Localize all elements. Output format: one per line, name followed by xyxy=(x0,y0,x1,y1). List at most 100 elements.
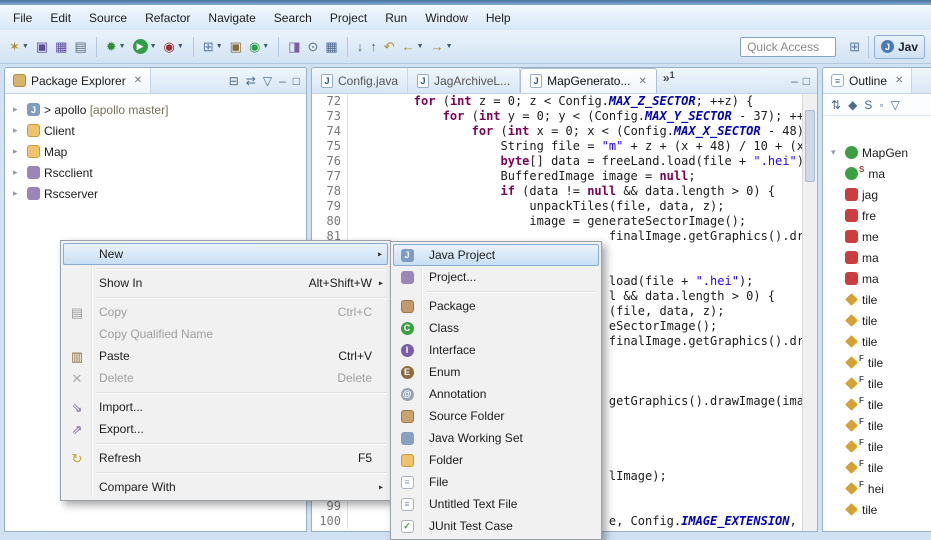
hide-non-public-icon[interactable]: ◦ xyxy=(879,98,883,112)
back-button[interactable]: ← ▼ xyxy=(399,35,427,59)
view-menu-icon[interactable]: ▽ xyxy=(891,98,900,112)
menu-item-class[interactable]: C Class xyxy=(393,317,599,339)
collapse-all-icon[interactable]: ⊟ xyxy=(229,74,239,88)
new-java-project-button[interactable]: ⊞ ▼ xyxy=(200,35,226,59)
run-button[interactable]: ▶ ▼ xyxy=(130,35,160,59)
outline-item-me-4[interactable]: me xyxy=(825,226,931,247)
open-perspective-button[interactable]: ⊞ xyxy=(846,35,863,59)
menu-item-show-in[interactable]: Show In Alt+Shift+W ▸ xyxy=(63,272,388,294)
code-line[interactable]: 79 unpackTiles(file, data, z); xyxy=(312,199,802,214)
new-java-package-button[interactable]: ▣ xyxy=(227,35,245,59)
editor-scrollbar-thumb[interactable] xyxy=(805,110,815,182)
menu-search[interactable]: Search xyxy=(265,7,321,29)
forward-button[interactable]: → ▼ xyxy=(428,35,456,59)
menu-item-copy-qualified-name[interactable]: Copy Qualified Name xyxy=(63,323,388,345)
outline-item-tile-17[interactable]: tile xyxy=(825,499,931,520)
menu-item-package[interactable]: Package xyxy=(393,295,599,317)
code-line[interactable]: 72 for (int z = 0; z < Config.MAX_Z_SECT… xyxy=(312,94,802,109)
menu-item-folder[interactable]: Folder xyxy=(393,449,599,471)
code-line[interactable]: 74 for (int x = 0; x < (Config.MAX_X_SEC… xyxy=(312,124,802,139)
tree-item-rscserver[interactable]: ▸ Rscserver xyxy=(7,183,304,204)
minimize-icon[interactable]: – xyxy=(279,74,286,88)
close-icon[interactable]: ✕ xyxy=(638,76,646,87)
menu-item-paste[interactable]: ▥ Paste Ctrl+V xyxy=(63,345,388,367)
quick-access-input[interactable] xyxy=(740,36,837,57)
new-wizard-button[interactable]: ✶ ▼ xyxy=(6,35,32,59)
outline-item-tile-15[interactable]: Ftile xyxy=(825,457,931,478)
menu-refactor[interactable]: Refactor xyxy=(136,7,199,29)
outline-item-ma-1[interactable]: Sma xyxy=(825,163,931,184)
code-line[interactable]: 73 for (int y = 0; y < (Config.MAX_Y_SEC… xyxy=(312,109,802,124)
last-edit-location-button[interactable]: ↶ xyxy=(381,35,398,59)
tab-overflow-button[interactable]: » 1 xyxy=(657,68,681,93)
menu-item-export[interactable]: ⇗ Export... xyxy=(63,418,388,440)
menu-source[interactable]: Source xyxy=(80,7,136,29)
menu-item-java-working-set[interactable]: Java Working Set xyxy=(393,427,599,449)
code-line[interactable]: 75 String file = "m" + z + (x + 48) / 10… xyxy=(312,139,802,154)
menu-navigate[interactable]: Navigate xyxy=(199,7,264,29)
outline-item-tile-10[interactable]: Ftile xyxy=(825,352,931,373)
menu-item-project[interactable]: Project... xyxy=(393,266,599,288)
outline-item-fre-3[interactable]: fre xyxy=(825,205,931,226)
outline-item-tile-8[interactable]: tile xyxy=(825,310,931,331)
code-line[interactable]: 80 image = generateSectorImage(); xyxy=(312,214,802,229)
previous-annotation-button[interactable]: ↑ xyxy=(367,35,380,59)
maximize-icon[interactable]: □ xyxy=(803,74,810,88)
expand-arrow-icon[interactable]: ▸ xyxy=(13,104,23,115)
outline-item-jag-2[interactable]: jag xyxy=(825,184,931,205)
open-table-button[interactable]: ▦ xyxy=(322,35,340,59)
menu-item-compare-with[interactable]: Compare With ▸ xyxy=(63,476,388,498)
menu-file[interactable]: File xyxy=(4,7,41,29)
new-java-class-button[interactable]: ◉ ▼ xyxy=(246,35,272,59)
editor-scrollbar[interactable] xyxy=(802,94,817,531)
close-icon[interactable]: ✕ xyxy=(134,75,142,86)
menu-edit[interactable]: Edit xyxy=(41,7,80,29)
menu-item-copy[interactable]: ▤ Copy Ctrl+C xyxy=(63,301,388,323)
collapse-arrow-icon[interactable]: ▾ xyxy=(831,147,841,158)
outline-tab[interactable]: ≡ Outline ✕ xyxy=(823,68,913,93)
menu-item-delete[interactable]: ✕ Delete Delete xyxy=(63,367,388,389)
hide-static-icon[interactable]: S xyxy=(864,98,872,112)
minimize-icon[interactable]: – xyxy=(791,74,798,88)
menu-item-java-project[interactable]: J Java Project xyxy=(393,244,599,266)
code-line[interactable]: 78 if (data != null && data.length > 0) … xyxy=(312,184,802,199)
menu-item-new[interactable]: New ▸ xyxy=(63,243,388,265)
outline-item-tile-9[interactable]: tile xyxy=(825,331,931,352)
code-line[interactable]: 76 byte[] data = freeLand.load(file + ".… xyxy=(312,154,802,169)
print-button[interactable]: ▤ xyxy=(71,35,89,59)
menu-item-file[interactable]: ≡ File xyxy=(393,471,599,493)
save-button[interactable]: ▣ xyxy=(33,35,51,59)
editor-tab-config-java[interactable]: J Config.java xyxy=(312,68,409,93)
outline-item-tile-13[interactable]: Ftile xyxy=(825,415,931,436)
menu-item-junit-test-case[interactable]: ✓ JUnit Test Case xyxy=(393,515,599,537)
outline-item-ma-6[interactable]: ma xyxy=(825,268,931,289)
expand-arrow-icon[interactable]: ▸ xyxy=(13,188,23,199)
menu-item-source-folder[interactable]: Source Folder xyxy=(393,405,599,427)
menu-help[interactable]: Help xyxy=(477,7,520,29)
coverage-button[interactable]: ◉ ▼ xyxy=(161,35,187,59)
tree-item-apollo[interactable]: ▸ J > apollo [apollo master] xyxy=(7,99,304,120)
outline-item-hei-16[interactable]: Fhei xyxy=(825,478,931,499)
outline-item-mapgen-0[interactable]: ▾ MapGen xyxy=(825,142,931,163)
outline-item-tile-7[interactable]: tile xyxy=(825,289,931,310)
java-perspective-button[interactable]: J Jav xyxy=(873,34,925,59)
menu-item-untitled-text-file[interactable]: ≡ Untitled Text File xyxy=(393,493,599,515)
tree-item-client[interactable]: ▸ Client xyxy=(7,120,304,141)
menu-window[interactable]: Window xyxy=(416,7,477,29)
expand-arrow-icon[interactable]: ▸ xyxy=(13,146,23,157)
close-icon[interactable]: ✕ xyxy=(895,75,903,86)
sort-icon[interactable]: ⇅ xyxy=(831,98,841,112)
menu-run[interactable]: Run xyxy=(376,7,416,29)
expand-arrow-icon[interactable]: ▸ xyxy=(13,125,23,136)
expand-arrow-icon[interactable]: ▸ xyxy=(13,167,23,178)
menu-item-enum[interactable]: E Enum xyxy=(393,361,599,383)
save-all-button[interactable]: ▦ xyxy=(52,35,70,59)
link-with-editor-icon[interactable]: ⇄ xyxy=(246,74,256,88)
view-menu-icon[interactable]: ▽ xyxy=(263,74,272,88)
tree-item-rscclient[interactable]: ▸ Rscclient xyxy=(7,162,304,183)
open-jar-button[interactable]: ◨ xyxy=(285,35,303,59)
editor-tab-jagarchivel[interactable]: J JagArchiveL... xyxy=(408,68,521,93)
debug-button[interactable]: ✹ ▼ xyxy=(103,35,129,59)
editor-tab-mapgenerato[interactable]: J MapGenerato... ✕ xyxy=(520,68,657,93)
menu-project[interactable]: Project xyxy=(321,7,376,29)
